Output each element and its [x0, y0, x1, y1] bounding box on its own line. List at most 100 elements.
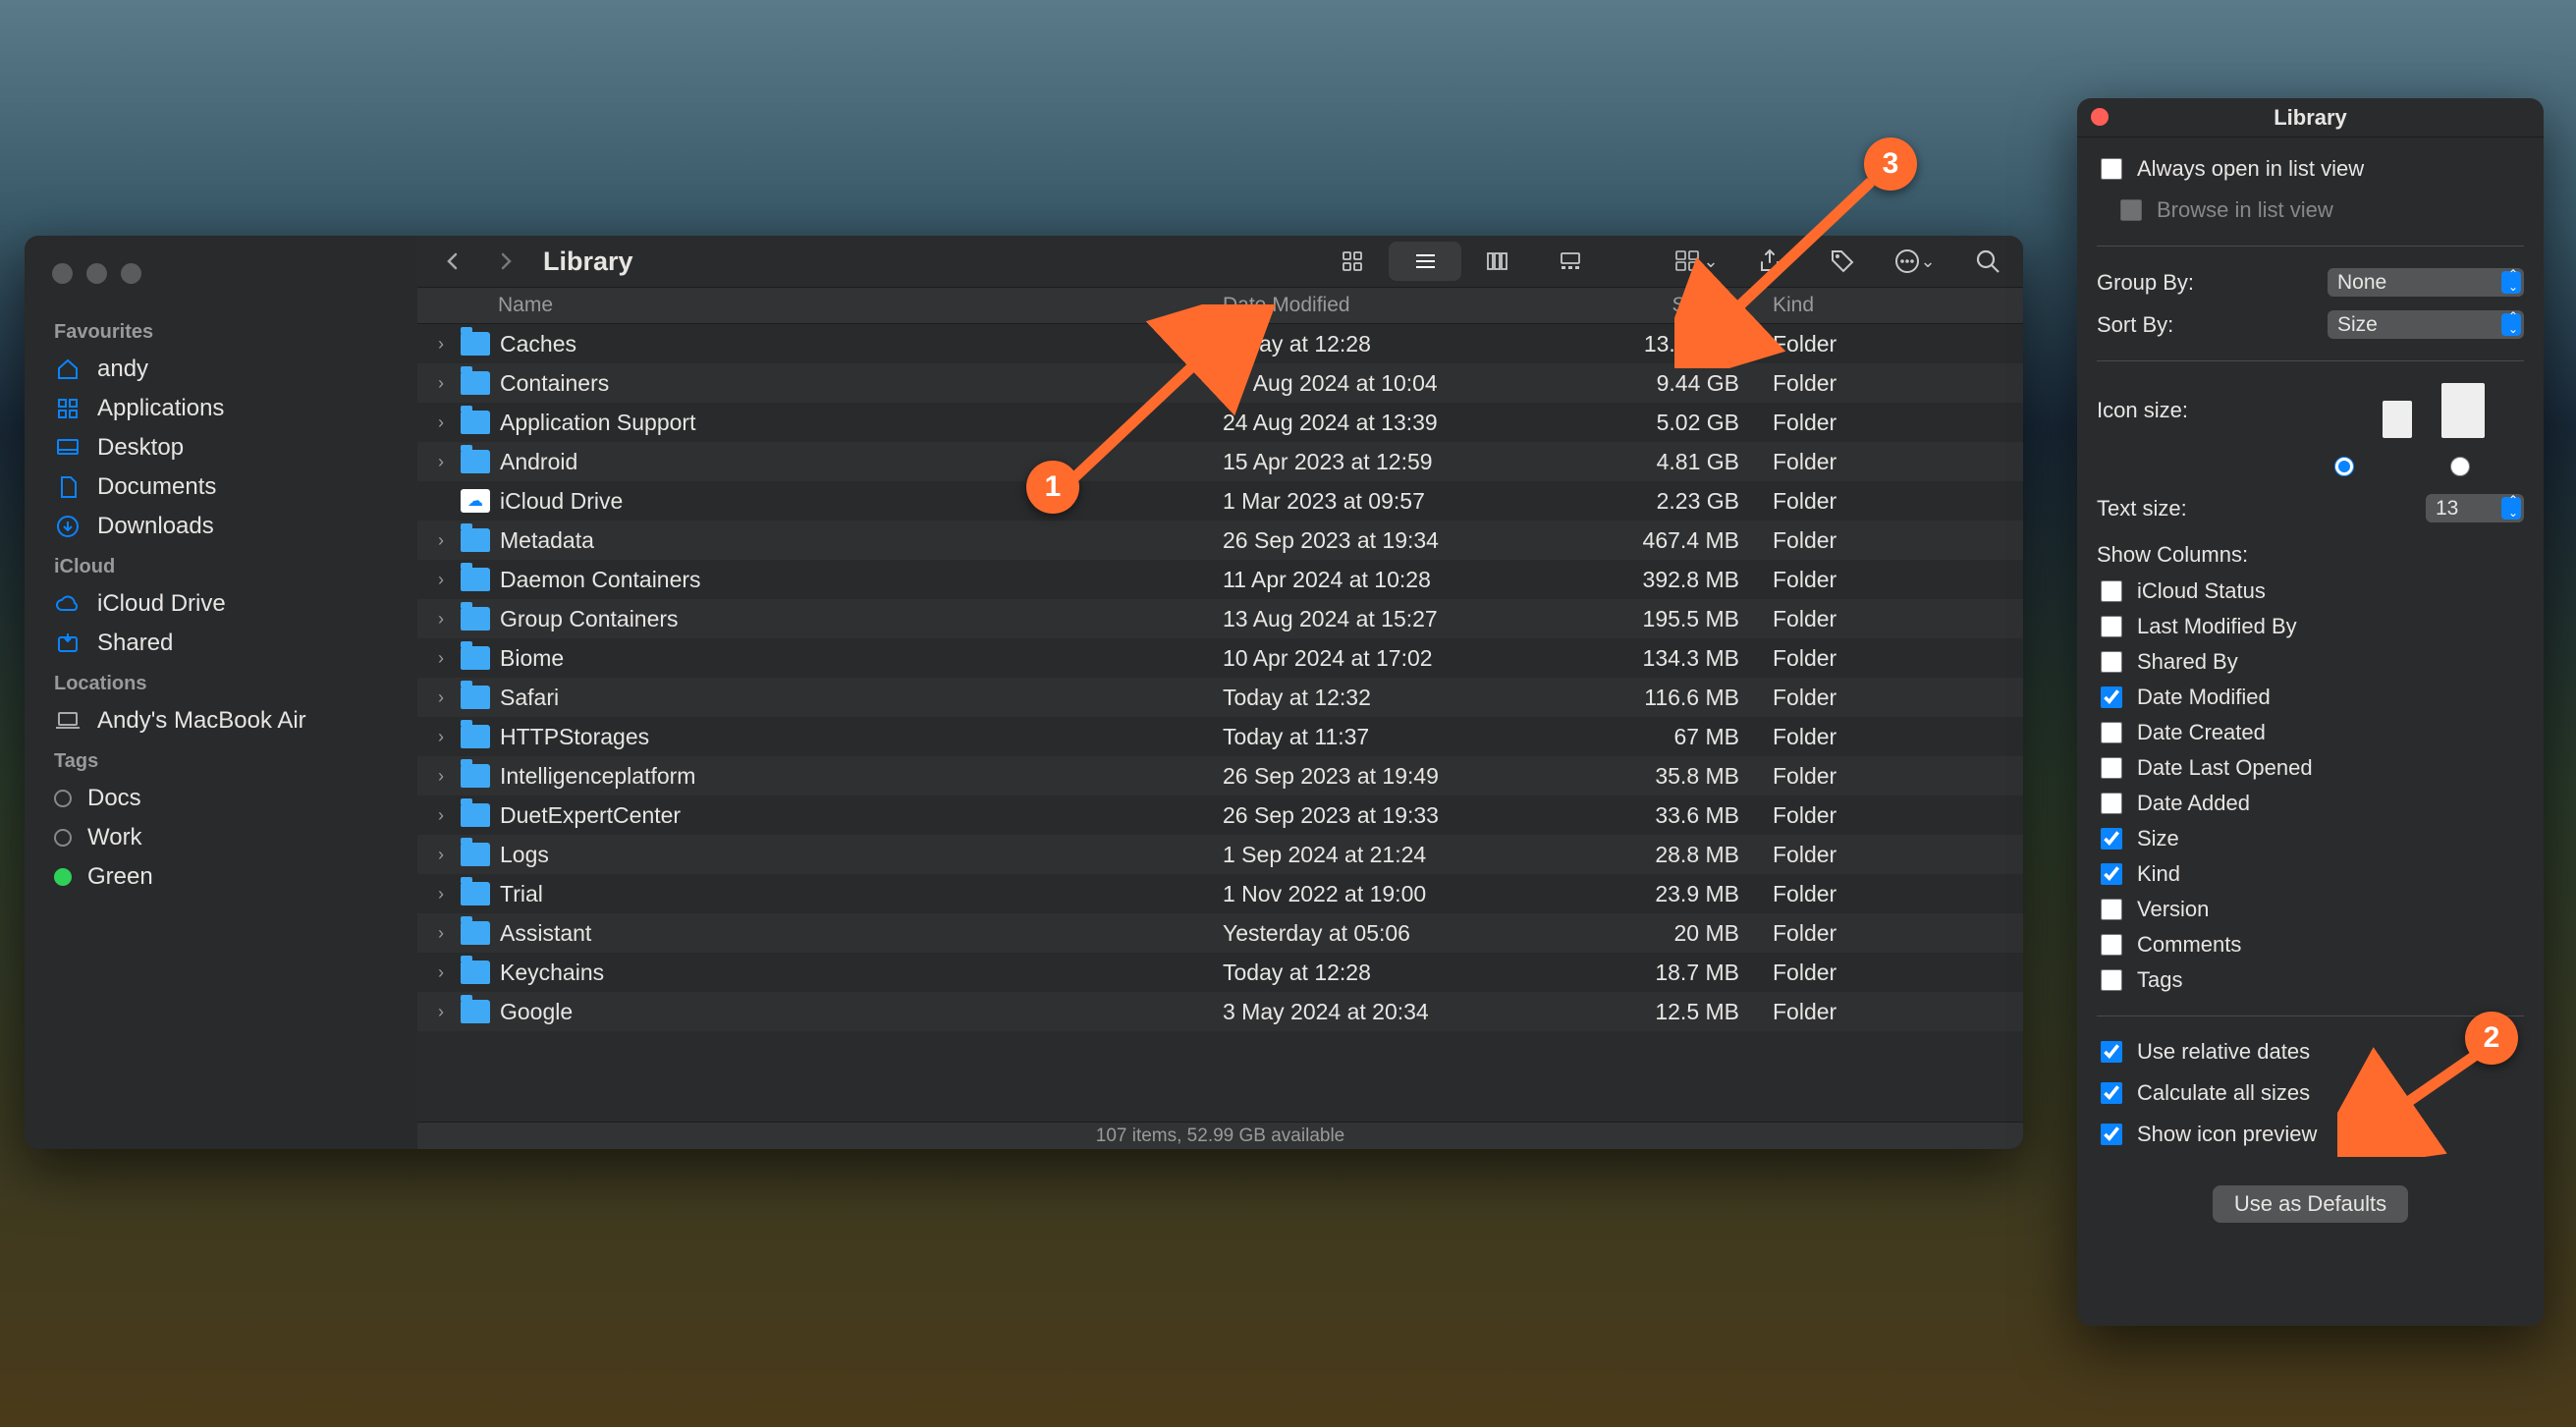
column-checkbox[interactable]: Last Modified By [2097, 609, 2524, 644]
calculate-all-sizes-checkbox[interactable]: Calculate all sizes [2097, 1075, 2524, 1111]
table-row[interactable]: ›Intelligenceplatform26 Sep 2023 at 19:4… [417, 756, 2023, 796]
file-list[interactable]: ›CachesToday at 12:2813.69 GBFolder›Cont… [417, 324, 2023, 1122]
column-checkbox[interactable]: Version [2097, 892, 2524, 927]
icon-view-button[interactable] [1316, 242, 1389, 281]
sidebar-item[interactable]: Work [25, 818, 417, 857]
file-date: 3 May 2024 at 20:34 [1223, 999, 1576, 1025]
close-dot[interactable] [52, 263, 73, 284]
disclosure-triangle-icon[interactable]: › [417, 452, 451, 472]
folder-icon [461, 607, 490, 631]
disclosure-triangle-icon[interactable]: › [417, 1002, 451, 1022]
disclosure-triangle-icon[interactable]: › [417, 373, 451, 394]
column-view-button[interactable] [1461, 242, 1534, 281]
disclosure-triangle-icon[interactable]: › [417, 727, 451, 747]
disclosure-triangle-icon[interactable]: › [417, 845, 451, 865]
sidebar-item[interactable]: iCloud Drive [25, 584, 417, 624]
file-name: Keychains [500, 960, 604, 986]
table-row[interactable]: ›SafariToday at 12:32116.6 MBFolder [417, 678, 2023, 717]
show-icon-preview-checkbox[interactable]: Show icon preview [2097, 1117, 2524, 1152]
gallery-view-button[interactable] [1534, 242, 1607, 281]
table-row[interactable]: ›AssistantYesterday at 05:0620 MBFolder [417, 913, 2023, 953]
more-button[interactable]: ⌄ [1893, 244, 1937, 279]
disclosure-triangle-icon[interactable]: › [417, 648, 451, 669]
table-row[interactable]: ›DuetExpertCenter26 Sep 2023 at 19:3333.… [417, 796, 2023, 835]
sidebar-group-label: Favourites [25, 311, 417, 350]
header-date[interactable]: Date Modified [1223, 294, 1576, 317]
column-checkbox[interactable]: Date Last Opened [2097, 750, 2524, 786]
disclosure-triangle-icon[interactable]: › [417, 687, 451, 708]
column-checkbox[interactable]: Date Created [2097, 715, 2524, 750]
table-row[interactable]: ›Trial1 Nov 2022 at 19:0023.9 MBFolder [417, 874, 2023, 913]
column-checkbox[interactable]: iCloud Status [2097, 574, 2524, 609]
window-controls[interactable] [25, 255, 417, 311]
table-row[interactable]: ›Android15 Apr 2023 at 12:594.81 GBFolde… [417, 442, 2023, 481]
tag-button[interactable] [1821, 244, 1864, 279]
header-name[interactable]: Name [417, 294, 1223, 317]
column-checkbox[interactable]: Shared By [2097, 644, 2524, 680]
house-icon [54, 356, 82, 383]
group-by-select[interactable]: None [2328, 268, 2524, 297]
table-row[interactable]: ›KeychainsToday at 12:2818.7 MBFolder [417, 953, 2023, 992]
always-open-checkbox[interactable]: Always open in list view [2097, 151, 2524, 187]
column-checkbox[interactable]: Date Added [2097, 786, 2524, 821]
disclosure-triangle-icon[interactable]: › [417, 334, 451, 355]
table-row[interactable]: ›Daemon Containers11 Apr 2024 at 10:2839… [417, 560, 2023, 599]
icon-small-radio[interactable] [2334, 457, 2354, 476]
column-checkbox[interactable]: Comments [2097, 927, 2524, 962]
table-row[interactable]: ›Biome10 Apr 2024 at 17:02134.3 MBFolder [417, 638, 2023, 678]
forward-button[interactable] [484, 244, 527, 279]
use-as-defaults-button[interactable]: Use as Defaults [2213, 1185, 2408, 1223]
disclosure-triangle-icon[interactable]: › [417, 609, 451, 630]
disclosure-triangle-icon[interactable]: › [417, 962, 451, 983]
table-row[interactable]: ☁iCloud Drive1 Mar 2023 at 09:572.23 GBF… [417, 481, 2023, 521]
table-row[interactable]: ›Logs1 Sep 2024 at 21:2428.8 MBFolder [417, 835, 2023, 874]
icon-large-radio[interactable] [2450, 457, 2470, 476]
table-row[interactable]: ›Application Support24 Aug 2024 at 13:39… [417, 403, 2023, 442]
header-kind[interactable]: Kind [1773, 294, 1949, 317]
table-row[interactable]: ›Google3 May 2024 at 20:3412.5 MBFolder [417, 992, 2023, 1031]
min-dot[interactable] [86, 263, 107, 284]
sidebar-item[interactable]: Applications [25, 389, 417, 428]
table-row[interactable]: ›Group Containers13 Aug 2024 at 15:27195… [417, 599, 2023, 638]
column-checkbox[interactable]: Date Modified [2097, 680, 2524, 715]
icon-size-radio[interactable] [2097, 448, 2524, 476]
sidebar-item[interactable]: Andy's MacBook Air [25, 701, 417, 741]
disclosure-triangle-icon[interactable]: › [417, 805, 451, 826]
sidebar-item[interactable]: Green [25, 857, 417, 897]
text-size-select[interactable]: 13 [2426, 494, 2524, 522]
file-size: 5.02 GB [1576, 410, 1773, 436]
column-checkbox[interactable]: Kind [2097, 856, 2524, 892]
share-button[interactable] [1748, 244, 1791, 279]
file-date: Today at 11:37 [1223, 724, 1576, 750]
close-button[interactable] [2091, 108, 2109, 126]
column-checkbox[interactable]: Size [2097, 821, 2524, 856]
header-size[interactable]: Size ⌄ [1576, 294, 1773, 318]
folder-icon [461, 371, 490, 395]
table-row[interactable]: ›Containers27 Aug 2024 at 10:049.44 GBFo… [417, 363, 2023, 403]
column-checkbox[interactable]: Tags [2097, 962, 2524, 998]
disclosure-triangle-icon[interactable]: › [417, 570, 451, 590]
disclosure-triangle-icon[interactable]: › [417, 530, 451, 551]
sidebar-item[interactable]: Downloads [25, 507, 417, 546]
sidebar-item[interactable]: Documents [25, 467, 417, 507]
file-kind: Folder [1773, 370, 1949, 397]
sidebar-item[interactable]: Shared [25, 624, 417, 663]
sidebar-item[interactable]: Desktop [25, 428, 417, 467]
sort-by-select[interactable]: Size [2328, 310, 2524, 339]
table-row[interactable]: ›CachesToday at 12:2813.69 GBFolder [417, 324, 2023, 363]
sidebar-item[interactable]: Docs [25, 779, 417, 818]
back-button[interactable] [431, 244, 474, 279]
group-button[interactable]: ⌄ [1675, 244, 1719, 279]
sidebar-item[interactable]: andy [25, 350, 417, 389]
list-view-button[interactable] [1389, 242, 1461, 281]
use-relative-dates-checkbox[interactable]: Use relative dates [2097, 1034, 2524, 1070]
table-row[interactable]: ›HTTPStoragesToday at 11:3767 MBFolder [417, 717, 2023, 756]
disclosure-triangle-icon[interactable]: › [417, 766, 451, 787]
max-dot[interactable] [121, 263, 141, 284]
disclosure-triangle-icon[interactable]: › [417, 412, 451, 433]
disclosure-triangle-icon[interactable]: › [417, 884, 451, 905]
table-row[interactable]: ›Metadata26 Sep 2023 at 19:34467.4 MBFol… [417, 521, 2023, 560]
view-segmented-control[interactable] [1316, 242, 1607, 281]
search-button[interactable] [1966, 244, 2009, 279]
disclosure-triangle-icon[interactable]: › [417, 923, 451, 944]
